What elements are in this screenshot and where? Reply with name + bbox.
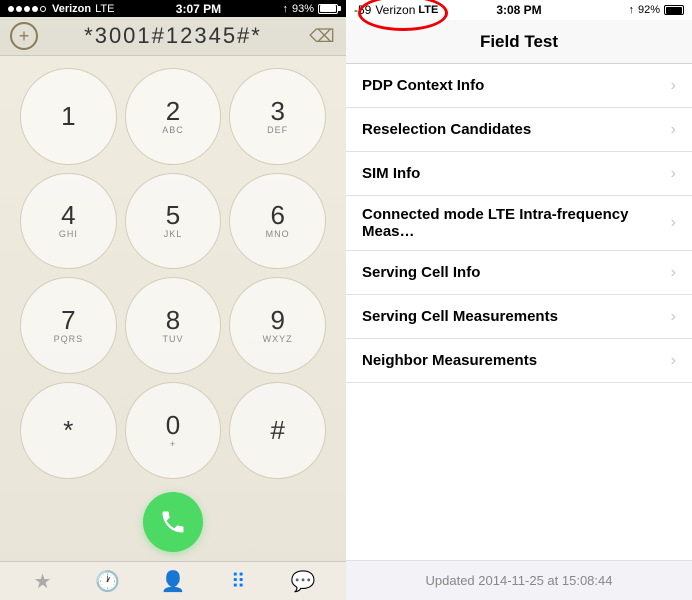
arrow-icon: ↑ (282, 3, 288, 15)
key-button-3[interactable]: 3DEF (229, 68, 326, 165)
call-row (0, 491, 346, 562)
menu-item-6[interactable]: Neighbor Measurements › (346, 339, 692, 383)
field-test-panel: -59 Verizon LTE 3:08 PM ↑ 92% Field Test… (346, 0, 692, 600)
navigation-bar: Field Test (346, 20, 692, 64)
tab-favorites[interactable]: ★ (30, 568, 56, 594)
status-right-icons-left: ↑ 93% (282, 3, 338, 15)
key-main-6: 7 (61, 307, 75, 333)
key-sub-3: GHI (59, 229, 78, 239)
signal-area: -59 Verizon LTE (354, 3, 438, 17)
key-sub-2: DEF (267, 125, 288, 135)
signal-dbm: -59 (354, 3, 371, 17)
field-test-menu: PDP Context Info › Reselection Candidates ›… (346, 64, 692, 560)
key-sub-8: WXYZ (263, 334, 293, 344)
signal-dot-4 (32, 6, 38, 12)
carrier-label-right: Verizon (375, 3, 415, 17)
key-button-7[interactable]: 7PQRS (20, 277, 117, 374)
status-right-area: ↑ 92% (628, 4, 684, 16)
signal-dot-2 (16, 6, 22, 12)
key-main-0: 1 (61, 103, 75, 129)
key-main-1: 2 (166, 98, 180, 124)
key-sub-1: ABC (162, 125, 184, 135)
menu-item-4[interactable]: Serving Cell Info › (346, 251, 692, 295)
battery-icon-left (318, 4, 338, 14)
menu-item-5[interactable]: Serving Cell Measurements › (346, 295, 692, 339)
chevron-icon-3: › (671, 214, 676, 232)
key-main-8: 9 (270, 307, 284, 333)
tab-keypad[interactable]: ⠿ (225, 568, 251, 594)
battery-pct-right: 92% (638, 4, 660, 16)
key-button-6[interactable]: 6MNO (229, 173, 326, 270)
footer-timestamp: Updated 2014-11-25 at 15:08:44 (346, 560, 692, 600)
key-main-10: 0 (166, 412, 180, 438)
key-button-0[interactable]: 0+ (125, 382, 222, 479)
key-main-5: 6 (270, 202, 284, 228)
tab-recents[interactable]: 🕐 (95, 568, 121, 594)
menu-item-label-6: Neighbor Measurements (362, 342, 663, 379)
page-title: Field Test (480, 32, 558, 52)
tab-voicemail[interactable]: 💬 (290, 568, 316, 594)
tab-contacts[interactable]: 👤 (160, 568, 186, 594)
dialer-number-display: *3001#12345#* (38, 23, 308, 49)
battery-label-left: 93% (292, 3, 314, 15)
chevron-icon-6: › (671, 352, 676, 370)
key-button-5[interactable]: 5JKL (125, 173, 222, 270)
status-bar-left: Verizon LTE 3:07 PM ↑ 93% (0, 0, 346, 17)
key-main-2: 3 (270, 98, 284, 124)
menu-item-label-5: Serving Cell Measurements (362, 298, 663, 335)
chevron-icon-5: › (671, 308, 676, 326)
chevron-icon-4: › (671, 264, 676, 282)
menu-item-label-2: SIM Info (362, 155, 663, 192)
menu-item-3[interactable]: Connected mode LTE Intra-frequency Meas…… (346, 196, 692, 251)
key-button-8[interactable]: 8TUV (125, 277, 222, 374)
signal-dot-5 (40, 6, 46, 12)
network-label-left: LTE (95, 3, 114, 15)
signal-dots: Verizon LTE (8, 3, 114, 15)
dialer-input-row: + *3001#12345#* ⌫ (0, 17, 346, 56)
tab-bar: ★ 🕐 👤 ⠿ 💬 (0, 561, 346, 600)
key-sub-7: TUV (163, 334, 184, 344)
key-sub-5: MNO (266, 229, 290, 239)
signal-dot-1 (8, 6, 14, 12)
chevron-icon-1: › (671, 121, 676, 139)
time-right: 3:08 PM (496, 3, 541, 17)
time-left: 3:07 PM (176, 2, 221, 16)
chevron-icon-0: › (671, 77, 676, 95)
carrier-label-left: Verizon (52, 3, 91, 15)
menu-item-0[interactable]: PDP Context Info › (346, 64, 692, 108)
arrow-icon-right: ↑ (628, 4, 634, 16)
chevron-icon-2: › (671, 165, 676, 183)
menu-item-label-4: Serving Cell Info (362, 254, 663, 291)
status-bar-right: -59 Verizon LTE 3:08 PM ↑ 92% (346, 0, 692, 20)
network-label-right: LTE (418, 4, 438, 16)
menu-item-label-1: Reselection Candidates (362, 111, 663, 148)
key-main-9: * (63, 417, 73, 443)
key-button-star[interactable]: * (20, 382, 117, 479)
keypad-grid: 12ABC3DEF4GHI5JKL6MNO7PQRS8TUV9WXYZ*0+# (0, 56, 346, 491)
menu-item-label-0: PDP Context Info (362, 67, 663, 104)
key-sub-6: PQRS (54, 334, 84, 344)
signal-dot-3 (24, 6, 30, 12)
key-button-9[interactable]: 9WXYZ (229, 277, 326, 374)
key-main-7: 8 (166, 307, 180, 333)
dialer-panel: Verizon LTE 3:07 PM ↑ 93% + *3001#12345#… (0, 0, 346, 600)
key-main-11: # (270, 417, 284, 443)
delete-button[interactable]: ⌫ (308, 22, 336, 50)
battery-icon-right (664, 5, 684, 15)
key-button-1[interactable]: 1 (20, 68, 117, 165)
menu-item-1[interactable]: Reselection Candidates › (346, 108, 692, 152)
call-button[interactable] (143, 492, 203, 552)
key-button-2[interactable]: 2ABC (125, 68, 222, 165)
key-sub-4: JKL (164, 229, 183, 239)
key-main-3: 4 (61, 202, 75, 228)
key-button-hash[interactable]: # (229, 382, 326, 479)
add-call-button[interactable]: + (10, 22, 38, 50)
menu-item-label-3: Connected mode LTE Intra-frequency Meas… (362, 196, 663, 250)
key-button-4[interactable]: 4GHI (20, 173, 117, 270)
key-main-4: 5 (166, 202, 180, 228)
menu-item-2[interactable]: SIM Info › (346, 152, 692, 196)
key-sub-10: + (170, 439, 176, 449)
